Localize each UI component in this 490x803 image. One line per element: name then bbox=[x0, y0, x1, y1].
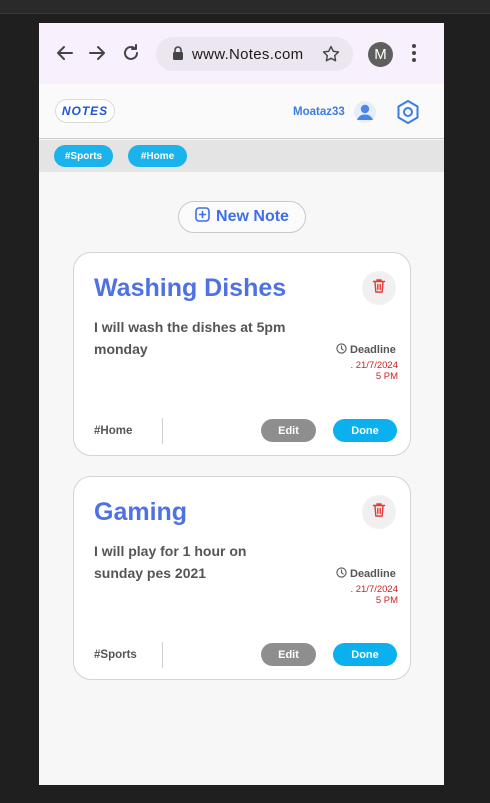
note-title: Gaming bbox=[94, 498, 188, 526]
deadline-time: 5 PM bbox=[375, 595, 398, 606]
card-divider bbox=[162, 642, 163, 668]
tag-filter-bar: #Sports #Home bbox=[39, 140, 444, 172]
new-note-button[interactable]: New Note bbox=[178, 201, 306, 233]
add-note-icon bbox=[195, 207, 210, 227]
clock-icon bbox=[336, 567, 347, 581]
deadline-value: . 21/7/2024 5 PM bbox=[336, 584, 398, 606]
forward-arrow-icon[interactable] bbox=[85, 41, 109, 65]
lock-icon bbox=[172, 46, 184, 66]
deadline-time: 5 PM bbox=[375, 371, 398, 382]
user-icon[interactable] bbox=[353, 100, 377, 129]
note-description: I will play for 1 hour on sunday pes 202… bbox=[94, 543, 247, 581]
note-title: Washing Dishes bbox=[94, 274, 287, 302]
window-top-strip bbox=[0, 0, 490, 14]
deadline-label: Deadline bbox=[336, 343, 396, 357]
reload-icon[interactable] bbox=[119, 41, 143, 65]
url-text[interactable]: www.Notes.com bbox=[192, 46, 303, 63]
delete-note-button[interactable] bbox=[362, 271, 396, 305]
settings-hexagon-icon[interactable] bbox=[395, 99, 421, 130]
app-header: NOTES Moataz33 bbox=[39, 84, 444, 139]
note-tag[interactable]: #Home bbox=[94, 425, 132, 437]
clock-icon bbox=[336, 343, 347, 357]
tag-chip-home[interactable]: #Home bbox=[128, 145, 187, 167]
deadline-value: . 21/7/2024 5 PM bbox=[336, 360, 398, 382]
profile-avatar[interactable]: M bbox=[368, 42, 393, 67]
address-bar[interactable]: www.Notes.com bbox=[156, 37, 353, 71]
star-icon[interactable] bbox=[321, 44, 341, 69]
deadline-date: . 21/7/2024 bbox=[350, 360, 398, 371]
username-label[interactable]: Moataz33 bbox=[293, 106, 345, 118]
browser-toolbar: www.Notes.com M bbox=[39, 23, 444, 84]
edit-button[interactable]: Edit bbox=[261, 419, 316, 442]
edit-button[interactable]: Edit bbox=[261, 643, 316, 666]
new-note-label: New Note bbox=[216, 208, 289, 225]
done-button[interactable]: Done bbox=[333, 419, 397, 442]
delete-note-button[interactable] bbox=[362, 495, 396, 529]
note-card: Washing Dishes I will wash the dishes at… bbox=[73, 252, 411, 456]
back-arrow-icon[interactable] bbox=[53, 41, 77, 65]
more-menu-icon[interactable] bbox=[411, 43, 417, 68]
card-divider bbox=[162, 418, 163, 444]
deadline-date: . 21/7/2024 bbox=[350, 584, 398, 595]
note-card: Gaming I will play for 1 hour on sunday … bbox=[73, 476, 411, 680]
note-description: I will wash the dishes at 5pm monday bbox=[94, 319, 286, 357]
trash-icon bbox=[372, 502, 386, 523]
note-tag[interactable]: #Sports bbox=[94, 649, 137, 661]
browser-viewport: www.Notes.com M NOTES Moataz33 #Sports #… bbox=[39, 23, 444, 785]
deadline-label: Deadline bbox=[336, 567, 396, 581]
trash-icon bbox=[372, 278, 386, 299]
notes-logo[interactable]: NOTES bbox=[55, 99, 115, 123]
tag-chip-sports[interactable]: #Sports bbox=[54, 145, 113, 167]
done-button[interactable]: Done bbox=[333, 643, 397, 666]
